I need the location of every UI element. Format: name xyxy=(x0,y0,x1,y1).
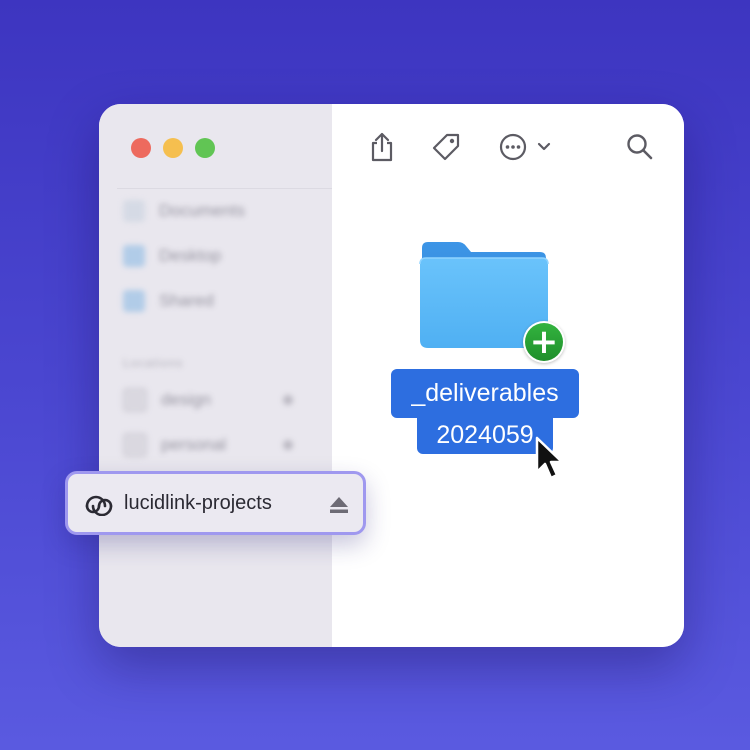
content-area: + _deliverables 2024059 xyxy=(332,104,684,647)
chevron-down-icon xyxy=(537,142,551,151)
shared-folder-icon xyxy=(123,290,145,312)
sidebar-item-personal[interactable]: personal xyxy=(123,432,293,458)
folder-item[interactable]: + xyxy=(418,240,565,363)
eject-icon[interactable] xyxy=(283,440,293,450)
more-options-icon xyxy=(499,133,527,161)
finder-window: Documents Desktop Shared Locations desig… xyxy=(99,104,684,647)
sidebar-item-shared[interactable]: Shared xyxy=(123,288,214,314)
folder-name-line1[interactable]: _deliverables xyxy=(391,369,579,418)
drive-icon xyxy=(123,388,147,412)
sidebar-item-label: personal xyxy=(161,435,227,454)
more-options-button[interactable] xyxy=(498,132,552,162)
sidebar-item-label: Documents xyxy=(159,201,245,220)
share-icon xyxy=(371,132,393,162)
sidebar-item-desktop[interactable]: Desktop xyxy=(123,243,221,269)
sidebar-item-label: design xyxy=(161,390,212,409)
share-button[interactable] xyxy=(368,132,396,162)
location-label: lucidlink-projects xyxy=(124,491,272,514)
eject-icon[interactable] xyxy=(283,395,293,405)
plus-icon: + xyxy=(525,323,563,361)
document-icon xyxy=(123,200,145,222)
desktop-icon xyxy=(123,245,145,267)
sidebar-item-label: Shared xyxy=(159,291,214,310)
sidebar-divider xyxy=(117,188,332,189)
tag-icon xyxy=(432,133,460,161)
mouse-cursor-icon xyxy=(535,436,564,480)
folder-name-line2[interactable]: 2024059 xyxy=(417,416,553,454)
search-button[interactable] xyxy=(625,132,655,162)
sidebar-item-design[interactable]: design xyxy=(123,387,293,413)
tag-button[interactable] xyxy=(430,132,462,164)
search-icon xyxy=(627,134,653,160)
minimize-window-button[interactable] xyxy=(163,138,183,158)
sidebar-item-label: Desktop xyxy=(159,246,222,265)
sidebar: Documents Desktop Shared Locations desig… xyxy=(99,104,332,647)
zoom-window-button[interactable] xyxy=(195,138,215,158)
eject-icon[interactable] xyxy=(328,496,350,514)
lucidlink-logo-icon xyxy=(85,495,113,516)
sidebar-section-locations: Locations xyxy=(123,356,184,370)
close-window-button[interactable] xyxy=(131,138,151,158)
add-badge: + xyxy=(523,321,565,363)
sidebar-item-lucidlink-projects[interactable]: lucidlink-projects xyxy=(65,471,366,535)
drive-icon xyxy=(123,433,147,457)
sidebar-item-documents[interactable]: Documents xyxy=(123,198,245,224)
